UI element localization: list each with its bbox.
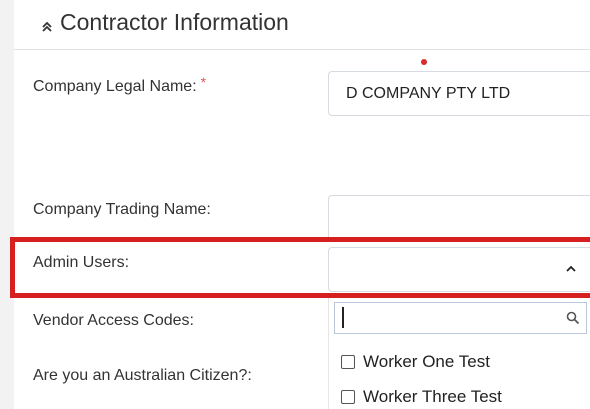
highlight-box xyxy=(10,237,590,298)
section-header[interactable]: Contractor Information xyxy=(14,0,590,50)
required-mark: * xyxy=(200,74,207,90)
search-icon[interactable] xyxy=(566,311,580,325)
vendor-access-codes-label: Vendor Access Codes: xyxy=(33,312,194,329)
dropdown-option[interactable]: Worker One Test xyxy=(341,351,490,373)
dropdown-search-input[interactable] xyxy=(334,302,587,334)
required-indicator-dot xyxy=(421,59,427,65)
company-legal-name-label: Company Legal Name: * xyxy=(33,74,206,96)
section-title: Contractor Information xyxy=(60,9,289,35)
company-trading-name-label: Company Trading Name: xyxy=(33,201,211,218)
dropdown-option[interactable]: Worker Three Test xyxy=(341,386,502,408)
company-legal-name-input[interactable]: D COMPANY PTY LTD xyxy=(328,71,590,116)
chevron-double-up-icon[interactable] xyxy=(40,20,54,34)
option-label: Worker Three Test xyxy=(363,387,502,406)
australian-citizen-label: Are you an Australian Citizen?: xyxy=(33,367,252,384)
text-cursor xyxy=(342,307,344,328)
company-legal-name-label-text: Company Legal Name: xyxy=(33,78,197,95)
option-checkbox[interactable] xyxy=(341,355,355,369)
option-checkbox[interactable] xyxy=(341,390,355,404)
option-label: Worker One Test xyxy=(363,352,490,371)
company-trading-name-input[interactable] xyxy=(328,195,590,240)
